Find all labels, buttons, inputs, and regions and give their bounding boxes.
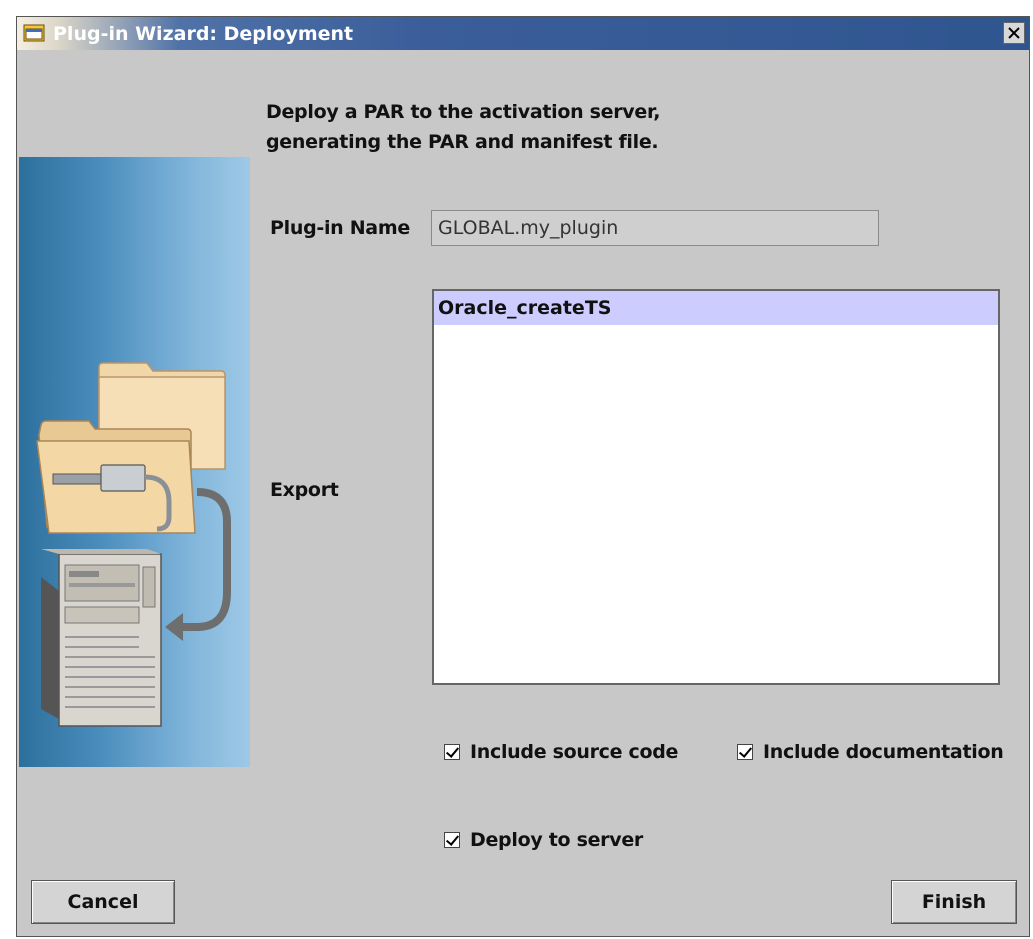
cancel-button[interactable]: Cancel xyxy=(31,880,175,924)
plugin-name-field[interactable]: GLOBAL.my_plugin xyxy=(431,210,879,246)
finish-button[interactable]: Finish xyxy=(891,880,1017,924)
deploy-illustration xyxy=(19,157,250,767)
include-source-label: Include source code xyxy=(470,741,679,763)
deploy-to-server-checkbox[interactable]: Deploy to server xyxy=(444,829,643,851)
include-source-checkbox[interactable]: Include source code xyxy=(444,741,678,763)
close-icon xyxy=(1008,27,1020,39)
export-label: Export xyxy=(270,479,339,501)
wizard-description: Deploy a PAR to the activation server, g… xyxy=(266,97,660,157)
window-title: Plug-in Wizard: Deployment xyxy=(53,23,354,45)
plugin-wizard-window: Plug-in Wizard: Deployment Deploy a PAR … xyxy=(16,16,1030,937)
title-bar[interactable]: Plug-in Wizard: Deployment xyxy=(17,17,1029,50)
plugin-name-label: Plug-in Name xyxy=(270,217,410,239)
checkbox-checked-icon[interactable] xyxy=(737,744,753,760)
include-documentation-checkbox[interactable]: Include documentation xyxy=(737,741,1004,763)
export-list[interactable]: Oracle_createTS xyxy=(432,289,1000,685)
checkbox-checked-icon[interactable] xyxy=(444,832,460,848)
checkbox-checked-icon[interactable] xyxy=(444,744,460,760)
wizard-window-icon xyxy=(23,24,45,42)
close-button[interactable] xyxy=(1003,22,1025,44)
deploy-to-server-label: Deploy to server xyxy=(470,829,643,851)
description-line-2: generating the PAR and manifest file. xyxy=(266,131,659,153)
deploy-illustration-icon xyxy=(36,362,231,727)
export-list-item[interactable]: Oracle_createTS xyxy=(434,291,998,325)
include-documentation-label: Include documentation xyxy=(763,741,1004,763)
description-line-1: Deploy a PAR to the activation server, xyxy=(266,101,661,123)
